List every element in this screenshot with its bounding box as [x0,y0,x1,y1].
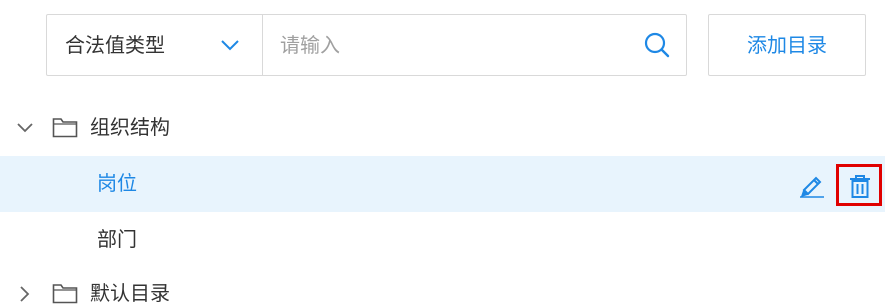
tree-node-folder[interactable]: 默认目录 [0,268,885,306]
type-select-dropdown[interactable]: 合法值类型 [47,15,263,75]
tree-node-label: 岗位 [97,171,137,195]
trash-icon [850,175,870,198]
tree-node-label: 部门 [97,227,137,251]
tree-node[interactable]: 部门 [0,212,885,268]
pencil-icon[interactable] [798,170,826,198]
chevron-right-icon[interactable] [16,285,34,303]
search-icon[interactable] [643,31,671,59]
toolbar: 合法值类型 添加目录 [0,0,885,100]
add-directory-button[interactable]: 添加目录 [708,14,866,76]
type-select-value: 合法值类型 [65,33,165,57]
folder-icon [52,118,78,138]
tree-node-label: 默认目录 [90,281,170,305]
tree-node-folder[interactable]: 组织结构 [0,100,885,156]
chevron-down-icon[interactable] [16,119,34,137]
search-input[interactable] [264,16,624,74]
chevron-down-icon [221,40,239,51]
tree-node-label: 组织结构 [90,115,170,139]
tree-node-selected[interactable]: 岗位 [0,156,885,212]
folder-icon [52,284,78,304]
filter-search-group: 合法值类型 [46,14,687,76]
delete-button[interactable] [836,164,882,206]
